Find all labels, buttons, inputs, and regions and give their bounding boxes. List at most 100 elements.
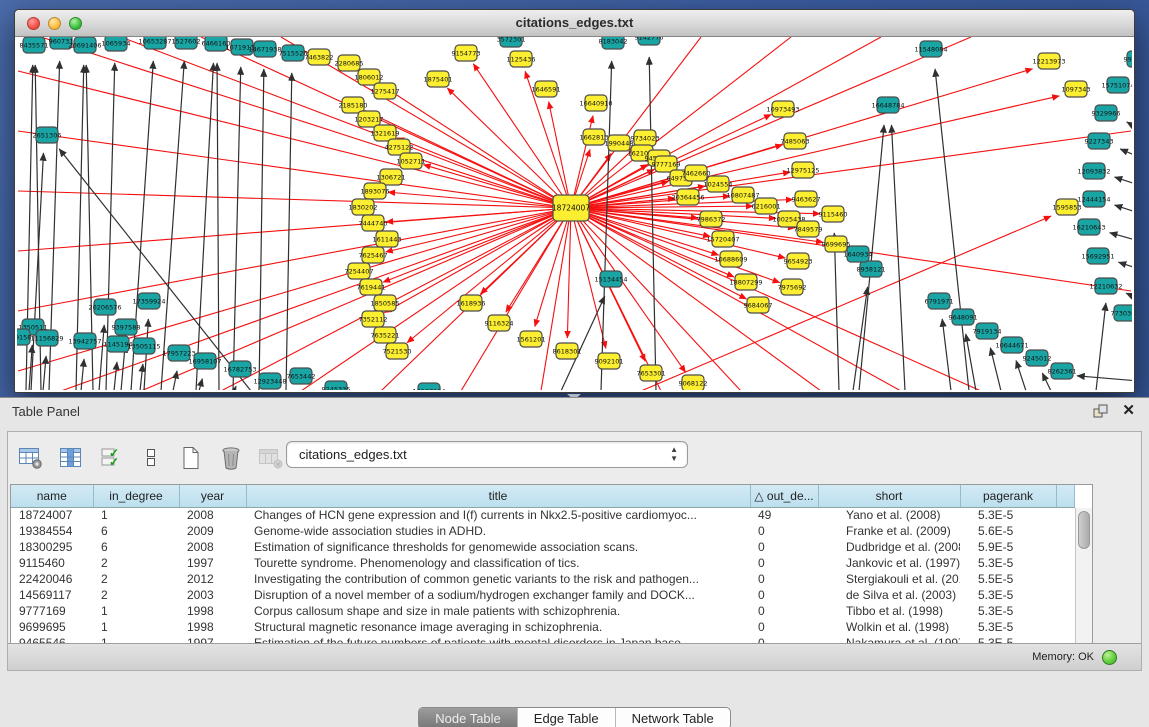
- select-all-icon[interactable]: ✓ ✓: [96, 443, 126, 473]
- graph-node-label: 6216001: [752, 202, 781, 210]
- graph-node-label: 7919134: [973, 327, 1002, 335]
- close-panel-icon[interactable]: ✕: [1122, 401, 1135, 419]
- graph-edge: [966, 334, 976, 390]
- column-header-name[interactable]: name: [11, 485, 93, 507]
- table-panel-header: Table Panel ✕: [0, 398, 1149, 425]
- float-panel-icon[interactable]: [1093, 404, 1109, 419]
- delete-column-icon[interactable]: ✕: [256, 443, 286, 473]
- graph-node-label: 2185180: [339, 101, 368, 109]
- graph-node-label: 9734023: [631, 134, 660, 142]
- graph-node-label: 1065934: [102, 39, 131, 47]
- tab-network-table[interactable]: Network Table: [616, 708, 730, 727]
- table-row[interactable]: 977716911998Corpus callosum shape and si…: [11, 603, 1075, 619]
- graph-node-label: 1321619: [371, 129, 400, 137]
- graph-node-label: 1024554: [704, 180, 733, 188]
- graph-node-label: 12213973: [1032, 57, 1065, 65]
- scrollbar-thumb[interactable]: [1078, 511, 1090, 549]
- table-cell: 1: [93, 603, 179, 619]
- table-cell: Genome-wide association studies in ADHD.: [246, 523, 750, 539]
- graph-node-label: 7521530: [383, 347, 412, 355]
- graph-node-label: 15692951: [1081, 252, 1114, 260]
- network-canvas[interactable]: 8435571960731206914061065934106532871527…: [17, 37, 1132, 390]
- graph-node-label: 9684067: [744, 301, 773, 309]
- table-tabs: Node TableEdge TableNetwork Table: [418, 707, 731, 727]
- column-header-title[interactable]: title: [246, 485, 750, 507]
- table-cell: 2: [93, 571, 179, 587]
- table-row[interactable]: 1830029562008Estimation of significance …: [11, 539, 1075, 555]
- table-row[interactable]: 1938455462009Genome-wide association stu…: [11, 523, 1075, 539]
- graph-edge: [1110, 233, 1132, 241]
- minimize-window-button[interactable]: [48, 17, 61, 30]
- graph-node-label: 7635221: [371, 331, 400, 339]
- table-cell: 18300295: [11, 539, 93, 555]
- table-settings-icon[interactable]: [16, 443, 46, 473]
- table-cell: 0: [750, 539, 818, 555]
- graph-node-label: 8262361: [1048, 367, 1077, 375]
- graph-node-label: 2651306: [33, 131, 62, 139]
- table-cell: Yano et al. (2008): [818, 507, 960, 523]
- graph-node-label: 939158: [17, 333, 31, 341]
- table-cell: 19384554: [11, 523, 93, 539]
- column-header-in_degree[interactable]: in_degree: [93, 485, 179, 507]
- graph-edge: [1016, 361, 1026, 390]
- graph-node-label: 7653442: [287, 372, 316, 380]
- graph-edge: [43, 356, 46, 390]
- table-row[interactable]: 911546021997Tourette syndrome. Phenomeno…: [11, 555, 1075, 571]
- graph-node-label: 16577134: [412, 387, 445, 390]
- column-header-pagerank[interactable]: pagerank: [960, 485, 1056, 507]
- new-table-icon[interactable]: [176, 443, 206, 473]
- delete-table-icon[interactable]: [216, 443, 246, 473]
- graph-node-label: 16782753: [223, 365, 256, 373]
- graph-node-label: 11548084: [914, 45, 947, 53]
- graph-node-label: 7462660: [682, 169, 711, 177]
- table-row[interactable]: 969969511998Structural magnetic resonanc…: [11, 619, 1075, 635]
- column-header-year[interactable]: year: [179, 485, 246, 507]
- graph-node-label: 7849579: [794, 225, 823, 233]
- zoom-window-button[interactable]: [69, 17, 82, 30]
- column-header-out_de[interactable]: △ out_de...: [750, 485, 818, 507]
- table-cell: 1: [93, 507, 179, 523]
- graph-node-label: 7463822: [305, 53, 334, 61]
- table-cell: 1997: [179, 555, 246, 571]
- graph-node-label: 9329966: [1092, 109, 1121, 117]
- graph-node-label: 3572301: [497, 37, 526, 43]
- graph-node-label: 15751074: [1101, 81, 1132, 89]
- table-panel-title: Table Panel: [12, 404, 80, 419]
- table-row[interactable]: 1456911722003Disruption of a novel membe…: [11, 587, 1075, 603]
- table-row[interactable]: 2242004622012Investigating the contribut…: [11, 571, 1075, 587]
- table-cell: Investigating the contribution of common…: [246, 571, 750, 587]
- network-canvas-svg[interactable]: 8435571960731206914061065934106532871527…: [17, 37, 1132, 390]
- table-row[interactable]: 1872400712008Changes of HCN gene express…: [11, 507, 1075, 523]
- table-selector-dropdown[interactable]: citations_edges.txt ▲▼: [286, 441, 688, 468]
- window-titlebar[interactable]: citations_edges.txt: [15, 10, 1134, 37]
- graph-node-label: 16648784: [871, 101, 904, 109]
- table-cell: 5.3E-5: [960, 587, 1056, 603]
- table-cell: [1056, 523, 1075, 539]
- graph-node-label: 9906936: [1124, 55, 1132, 63]
- graph-node-label: 12210632: [1089, 282, 1122, 290]
- tab-edge-table[interactable]: Edge Table: [518, 708, 616, 727]
- column-header-short[interactable]: short: [818, 485, 960, 507]
- graph-node-label: 9227343: [1085, 137, 1114, 145]
- graph-node-label: 8183042: [599, 37, 628, 45]
- graph-node-label: 9115460: [819, 210, 848, 218]
- graph-edge: [114, 362, 117, 390]
- graph-node-label: 18807299: [729, 278, 762, 286]
- row-height-icon[interactable]: [136, 443, 166, 473]
- memory-status-indicator-icon: [1102, 650, 1117, 665]
- table-cell: 5.3E-5: [960, 555, 1056, 571]
- close-window-button[interactable]: [27, 17, 40, 30]
- graph-node-label: 10644671: [995, 341, 1028, 349]
- memory-status-label: Memory: OK: [1032, 651, 1094, 663]
- graph-node-label: 7515526: [279, 49, 308, 57]
- graph-node-label: 8938121: [857, 265, 886, 273]
- graph-node-label: 7730305: [1111, 309, 1132, 317]
- table-cell: [1056, 571, 1075, 587]
- graph-node-label: 1595853: [1053, 203, 1082, 211]
- table-cell: Tourette syndrome. Phenomenology and cla…: [246, 555, 750, 571]
- table-cell: [1056, 603, 1075, 619]
- table-cell: 6: [93, 523, 179, 539]
- tab-node-table[interactable]: Node Table: [419, 708, 518, 727]
- show-columns-icon[interactable]: [56, 443, 86, 473]
- graph-edge: [1126, 293, 1132, 299]
